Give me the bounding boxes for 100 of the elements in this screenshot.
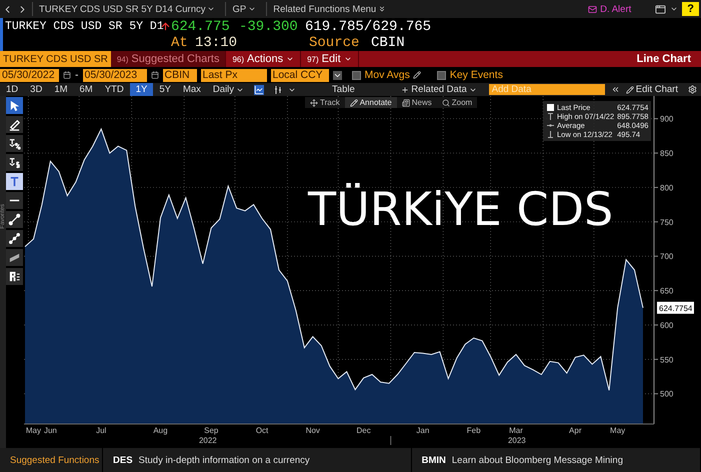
newspaper-icon [402, 98, 410, 106]
caret-icon [670, 5, 678, 13]
checkbox[interactable] [352, 70, 360, 80]
suggested-function[interactable]: DES Study in-depth information on a currency [103, 448, 412, 472]
chart-annotation: TÜRKiYE CDS [308, 182, 614, 236]
y-tick-label: 750 [660, 218, 674, 227]
x-tick-label: Jul [96, 426, 106, 435]
window-icon [655, 4, 666, 14]
source-label: Source [309, 34, 360, 50]
y-tick-label: 800 [660, 183, 674, 192]
plus-icon [401, 86, 410, 94]
y-tick-label: 900 [660, 114, 674, 124]
x-tick-label: May [26, 426, 42, 435]
collapse-icon [610, 85, 620, 94]
double-chevron-icon [378, 5, 386, 13]
chart-tool-button[interactable]: News [396, 97, 437, 108]
x-tick-label: Aug [153, 426, 168, 435]
dollar-icon [8, 156, 21, 169]
field-selector[interactable]: Last Px [200, 68, 266, 82]
text-tool-button[interactable] [6, 173, 23, 190]
time-value: 13:10 [195, 34, 238, 50]
trend-icon [8, 213, 21, 226]
move-icon [310, 98, 318, 106]
line-chart-icon[interactable] [254, 84, 264, 94]
start-date-field[interactable]: 05/30/2022 [0, 68, 59, 82]
toggle-label[interactable]: Mov Avgs [364, 69, 427, 81]
function-menu[interactable]: GP [225, 2, 262, 16]
year-label: 2022 [198, 436, 217, 445]
security-tag: TURKEY CDS USD SR [0, 51, 111, 67]
y-tick-label: 700 [660, 252, 674, 262]
related-functions-menu[interactable]: Related Functions Menu [266, 2, 392, 16]
high-marker-icon [547, 113, 554, 120]
candles-icon[interactable] [274, 84, 282, 94]
currency-dropdown[interactable]: Local CCY [270, 68, 328, 82]
band-icon [8, 251, 21, 264]
x-tick-label: Mar [509, 426, 523, 435]
line-tool-button[interactable] [6, 192, 23, 209]
suggested-function[interactable]: BMIN Learn about Bloomberg Message Mining [412, 448, 701, 472]
band-tool-button[interactable] [6, 249, 23, 266]
chart-tool-button[interactable]: Annotate [344, 97, 397, 108]
source-field[interactable]: CBIN [162, 68, 196, 82]
period-tab[interactable]: Max [176, 83, 207, 96]
y-tick-label: 850 [660, 149, 674, 158]
last-price-tag: 624.7754 [657, 302, 694, 314]
caret-icon [248, 5, 256, 13]
pointer-icon [8, 99, 21, 112]
trend-tool-button[interactable] [6, 211, 23, 228]
checkbox[interactable] [436, 70, 446, 80]
percent-tool-button[interactable] [6, 135, 23, 152]
pen-icon [8, 118, 21, 131]
period-tab[interactable]: 3D [24, 83, 48, 96]
pen-tool-button[interactable] [6, 116, 23, 133]
chart-type-title: Line Chart [636, 52, 692, 67]
toggle-label[interactable]: Key Events [450, 69, 503, 81]
calendar-icon [150, 71, 158, 79]
x-tick-label: Jan [416, 426, 430, 435]
bid-ask: 619.785/629.765 [305, 18, 432, 34]
percent-icon [8, 137, 21, 150]
suggested-functions-label: Suggested Functions [0, 448, 103, 472]
security-menu[interactable]: TURKEY CDS USD SR 5Y D14 Curncy [32, 2, 222, 16]
x-tick-label: May [610, 426, 626, 435]
edit-chart-button[interactable]: Edit Chart [620, 83, 684, 96]
alert-link[interactable]: D. Alert [588, 4, 632, 14]
time-label: At [171, 34, 189, 50]
period-tab[interactable]: 1D [0, 83, 24, 96]
dollar-tool-button[interactable] [6, 154, 23, 171]
search-icon [442, 98, 450, 106]
low-marker-icon [547, 131, 554, 138]
chart-tool-button[interactable]: Zoom [436, 97, 478, 108]
x-tick-label: Nov [306, 426, 320, 435]
x-tick-label: Jun [44, 426, 57, 435]
x-tick-label: Apr [569, 426, 582, 435]
period-tab[interactable]: YTD [98, 83, 130, 96]
pencil-icon [412, 71, 421, 79]
period-tab[interactable]: 1Y [130, 83, 154, 96]
help-button[interactable]: ? [682, 2, 699, 16]
caret-icon [344, 55, 352, 63]
period-tab[interactable]: 5Y [153, 83, 177, 96]
year-label: 2023 [508, 436, 526, 445]
pointer-tool-button[interactable] [6, 97, 23, 114]
pencil-icon [350, 98, 358, 106]
last-price: 624.775 [171, 18, 231, 34]
add-data-field[interactable]: Add Data [488, 84, 605, 95]
y-tick-label: 550 [660, 355, 674, 364]
text-icon [8, 175, 21, 188]
period-tab[interactable]: 6M [74, 83, 99, 96]
range-separator: - [75, 69, 78, 81]
period-tab[interactable]: 1M [48, 83, 74, 96]
end-date-field[interactable]: 05/30/2023 [82, 68, 146, 82]
frequency-dropdown[interactable]: Daily [206, 83, 250, 96]
x-tick-label: Sep [204, 426, 218, 435]
settings-icon[interactable] [688, 85, 697, 94]
calendar-icon [63, 71, 71, 79]
average-marker-icon [547, 122, 554, 129]
y-tick-label: 500 [660, 390, 674, 399]
chart-tool-button[interactable]: Track [305, 97, 345, 108]
x-tick-label: Feb [466, 426, 481, 435]
square-icon [547, 104, 554, 111]
related-data-button[interactable]: Related Data [395, 83, 483, 96]
table-button[interactable]: Table [326, 83, 361, 96]
